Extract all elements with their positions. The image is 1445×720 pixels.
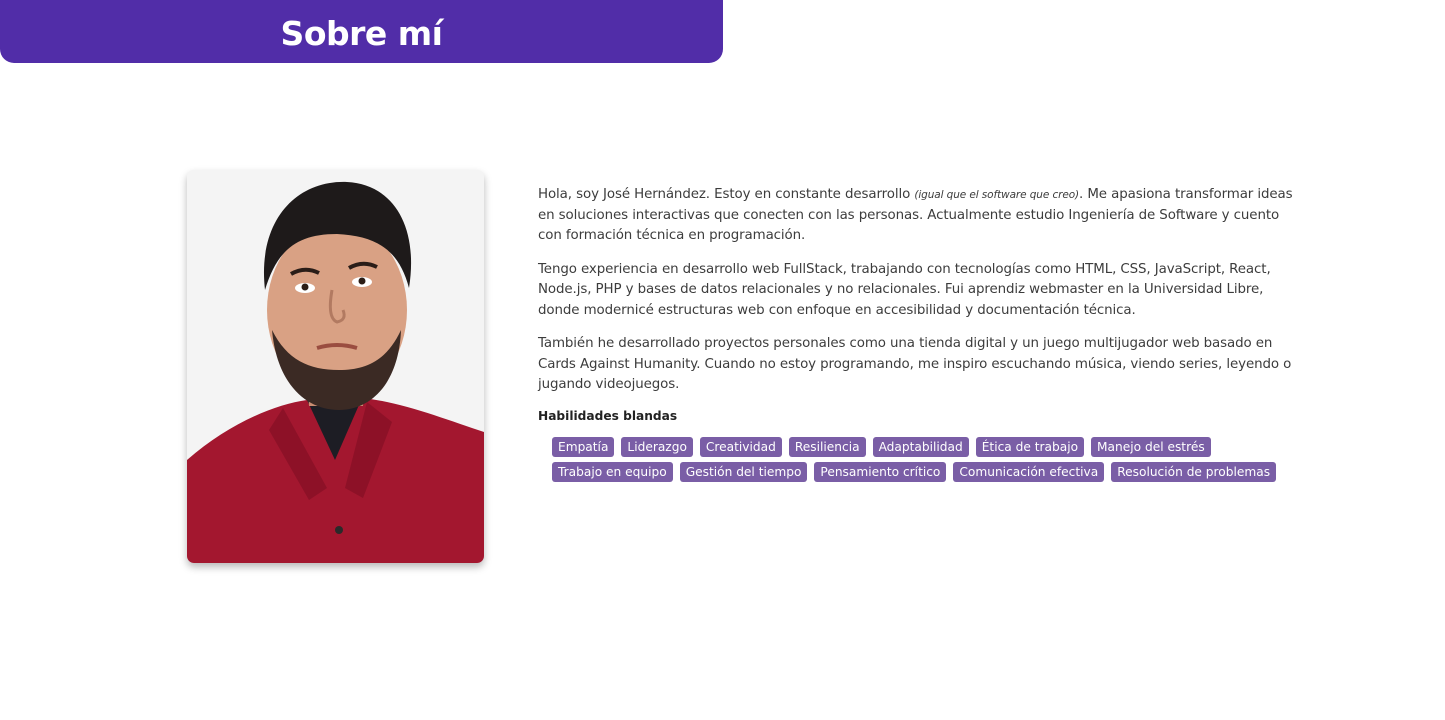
skill-tag: Creatividad [699, 436, 782, 457]
section-header-banner: Sobre mí [0, 0, 723, 63]
section-title: Sobre mí [280, 14, 443, 53]
about-content: Hola, soy José Hernández. Estoy en const… [538, 185, 1303, 482]
skill-tag: Comunicación efectiva [953, 461, 1105, 482]
soft-skills-list: Empatía Liderazgo Creatividad Resilienci… [538, 436, 1298, 482]
bio-paragraph-2: Tengo experiencia en desarrollo web Full… [538, 261, 1271, 318]
skill-tag: Trabajo en equipo [552, 461, 673, 482]
skill-tag: Ética de trabajo [975, 436, 1085, 457]
skill-tag: Liderazgo [621, 436, 693, 457]
bio-paragraph-3: También he desarrollado proyectos person… [538, 336, 1292, 392]
soft-skills-heading: Habilidades blandas [538, 408, 678, 423]
profile-photo-illustration [187, 170, 484, 563]
profile-photo [187, 170, 484, 563]
skill-tag: Adaptabilidad [872, 436, 969, 457]
bio-paragraph-1-text-a: Hola, soy José Hernández. Estoy en const… [538, 187, 915, 202]
bio-paragraph-1-aside: (igual que el software que creo) [914, 189, 1080, 201]
skill-tag: Resolución de problemas [1111, 461, 1277, 482]
skill-tag: Pensamiento crítico [814, 461, 947, 482]
skill-tag: Gestión del tiempo [679, 461, 808, 482]
skill-tag: Manejo del estrés [1091, 436, 1211, 457]
skill-tag: Empatía [552, 436, 615, 457]
bio-paragraph-1: Hola, soy José Hernández. Estoy en const… [538, 185, 1303, 247]
skill-tag: Resiliencia [788, 436, 866, 457]
